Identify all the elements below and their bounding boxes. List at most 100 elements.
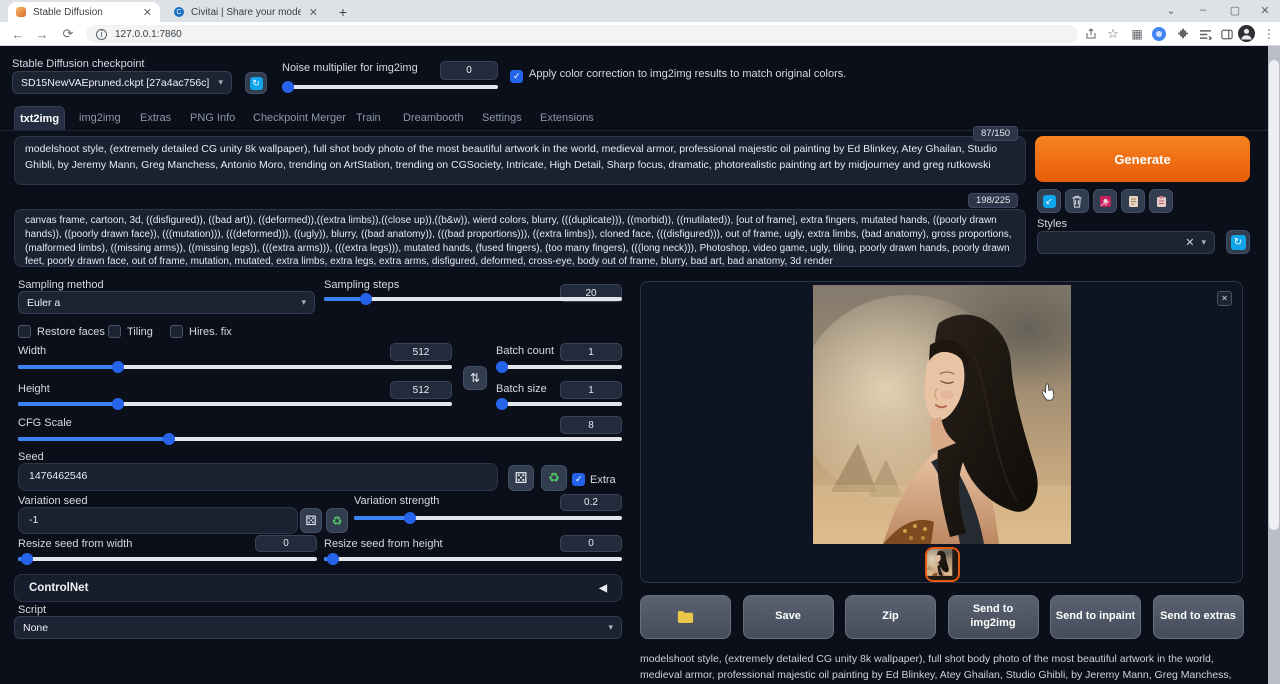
swap-dimensions-button[interactable]: ⇅	[463, 366, 487, 390]
address-bar[interactable]: i 127.0.0.1:7860	[86, 25, 1078, 43]
script-dropdown[interactable]: None ▾	[14, 616, 622, 639]
window-chevron-icon[interactable]: ⌄	[1158, 1, 1184, 19]
reuse-variation-seed-button[interactable]: ♻	[326, 508, 348, 533]
generate-button[interactable]: Generate	[1035, 136, 1250, 182]
zip-button[interactable]: Zip	[845, 595, 936, 639]
side-panel-icon[interactable]	[1218, 25, 1236, 43]
new-tab-button[interactable]: +	[334, 3, 352, 21]
send-to-inpaint-button[interactable]: Send to inpaint	[1050, 595, 1141, 639]
browser-tab-stable-diffusion[interactable]: Stable Diffusion ✕	[8, 2, 160, 22]
sampling-method-dropdown[interactable]: Euler a ▾	[18, 291, 315, 314]
tiling-checkbox[interactable]	[108, 325, 121, 338]
gallery-thumbnail[interactable]	[925, 547, 960, 582]
save-button[interactable]: Save	[743, 595, 834, 639]
clear-icon[interactable]: ✕	[1185, 236, 1194, 249]
styles-refresh-button[interactable]: ↻	[1226, 230, 1250, 254]
color-correction-checkbox[interactable]	[510, 70, 523, 83]
hires-fix-checkbox[interactable]	[170, 325, 183, 338]
tab-txt2img[interactable]: txt2img	[14, 106, 65, 130]
forward-icon[interactable]: →	[32, 25, 52, 43]
generated-image[interactable]	[813, 285, 1071, 544]
styles-dropdown[interactable]: ✕ ▾	[1037, 231, 1215, 254]
resize-seed-height-slider[interactable]	[324, 557, 622, 561]
checkpoint-dropdown[interactable]: SD15NewVAEpruned.ckpt [27a4ac756c] ▾	[12, 71, 232, 94]
width-slider[interactable]	[18, 365, 452, 369]
reading-list-icon[interactable]	[1196, 25, 1214, 43]
batch-count-input[interactable]: 1	[560, 343, 622, 361]
random-seed-button[interactable]: ⚄	[508, 465, 534, 491]
hand-cursor-icon	[1041, 383, 1055, 401]
tab-img2img[interactable]: img2img	[79, 112, 121, 124]
extra-networks-button[interactable]	[1093, 189, 1117, 213]
seed-label: Seed	[18, 451, 44, 463]
browser-tab-civitai[interactable]: C Civitai | Share your models ✕	[166, 2, 326, 22]
noise-multiplier-input[interactable]: 0	[440, 61, 498, 80]
tab-checkpoint-merger[interactable]: Checkpoint Merger	[253, 112, 346, 124]
prompt-textarea[interactable]: modelshoot style, (extremely detailed CG…	[14, 136, 1026, 185]
controlnet-accordion[interactable]: ControlNet ◀	[14, 574, 622, 602]
resize-seed-height-input[interactable]: 0	[560, 535, 622, 552]
variation-strength-label: Variation strength	[354, 495, 439, 507]
batch-size-slider[interactable]	[496, 402, 622, 406]
reload-icon[interactable]: ⟳	[58, 25, 78, 43]
profile-avatar[interactable]	[1238, 25, 1255, 42]
sampling-steps-slider[interactable]	[324, 297, 622, 301]
tab-close-icon[interactable]: ✕	[143, 6, 152, 19]
tab-extras[interactable]: Extras	[140, 112, 171, 124]
variation-seed-input[interactable]: -1	[18, 507, 298, 534]
send-to-img2img-button[interactable]: Send to img2img	[948, 595, 1039, 639]
height-input[interactable]: 512	[390, 381, 452, 399]
apply-style-button[interactable]	[1149, 189, 1173, 213]
window-close-button[interactable]: ✕	[1252, 1, 1278, 19]
resize-seed-height-label: Resize seed from height	[324, 538, 443, 550]
extensions-puzzle-icon[interactable]	[1174, 25, 1192, 43]
send-to-extras-button[interactable]: Send to extras	[1153, 595, 1244, 639]
chevron-down-icon: ▾	[218, 77, 223, 88]
tab-close-icon[interactable]: ✕	[309, 6, 318, 19]
tab-png-info[interactable]: PNG Info	[190, 112, 235, 124]
tab-settings[interactable]: Settings	[482, 112, 522, 124]
resize-seed-width-label: Resize seed from width	[18, 538, 132, 550]
back-icon[interactable]: ←	[8, 25, 28, 43]
reuse-seed-button[interactable]: ♻	[541, 465, 567, 491]
tab-dreambooth[interactable]: Dreambooth	[403, 112, 464, 124]
save-style-button[interactable]	[1121, 189, 1145, 213]
cfg-scale-slider[interactable]	[18, 437, 622, 441]
window-maximize-button[interactable]: ▢	[1222, 1, 1248, 19]
random-variation-seed-button[interactable]: ⚄	[300, 508, 322, 533]
variation-strength-slider[interactable]	[354, 516, 622, 520]
negative-prompt-textarea[interactable]: canvas frame, cartoon, 3d, ((disfigured)…	[14, 209, 1026, 267]
batch-count-slider[interactable]	[496, 365, 622, 369]
restore-faces-checkbox[interactable]	[18, 325, 31, 338]
sampling-method-value: Euler a	[27, 297, 60, 309]
cfg-scale-input[interactable]: 8	[560, 416, 622, 434]
resize-seed-width-input[interactable]: 0	[255, 535, 317, 552]
refresh-icon: ↻	[1231, 235, 1246, 250]
sampling-steps-label: Sampling steps	[324, 279, 399, 291]
extension-blue-icon[interactable]	[1152, 27, 1166, 41]
seed-input[interactable]: 1476462546	[18, 463, 498, 491]
tab-train[interactable]: Train	[356, 112, 381, 124]
close-preview-button[interactable]: ✕	[1217, 291, 1232, 306]
resize-seed-width-slider[interactable]	[18, 557, 317, 561]
tab-extensions[interactable]: Extensions	[540, 112, 594, 124]
extension-grid-icon[interactable]: ▦	[1128, 25, 1146, 43]
checkpoint-refresh-button[interactable]: ↻	[245, 72, 267, 94]
browser-menu-icon[interactable]: ⋮	[1260, 25, 1278, 43]
paste-params-button[interactable]: ↙	[1037, 189, 1061, 213]
variation-strength-input[interactable]: 0.2	[560, 494, 622, 511]
batch-size-input[interactable]: 1	[560, 381, 622, 399]
share-icon[interactable]	[1082, 25, 1100, 43]
site-info-icon[interactable]: i	[96, 29, 107, 40]
width-input[interactable]: 512	[390, 343, 452, 361]
portrait-image	[813, 285, 1071, 544]
window-minimize-button[interactable]: –	[1190, 1, 1216, 19]
height-slider[interactable]	[18, 402, 452, 406]
bookmark-star-icon[interactable]: ☆	[1104, 25, 1122, 43]
browser-tab-strip: Stable Diffusion ✕ C Civitai | Share you…	[0, 0, 1280, 22]
open-folder-button[interactable]	[640, 595, 731, 639]
scrollbar-thumb[interactable]	[1269, 60, 1279, 530]
clear-prompt-button[interactable]	[1065, 189, 1089, 213]
extra-seed-checkbox[interactable]	[572, 473, 585, 486]
noise-multiplier-slider[interactable]	[282, 85, 498, 89]
